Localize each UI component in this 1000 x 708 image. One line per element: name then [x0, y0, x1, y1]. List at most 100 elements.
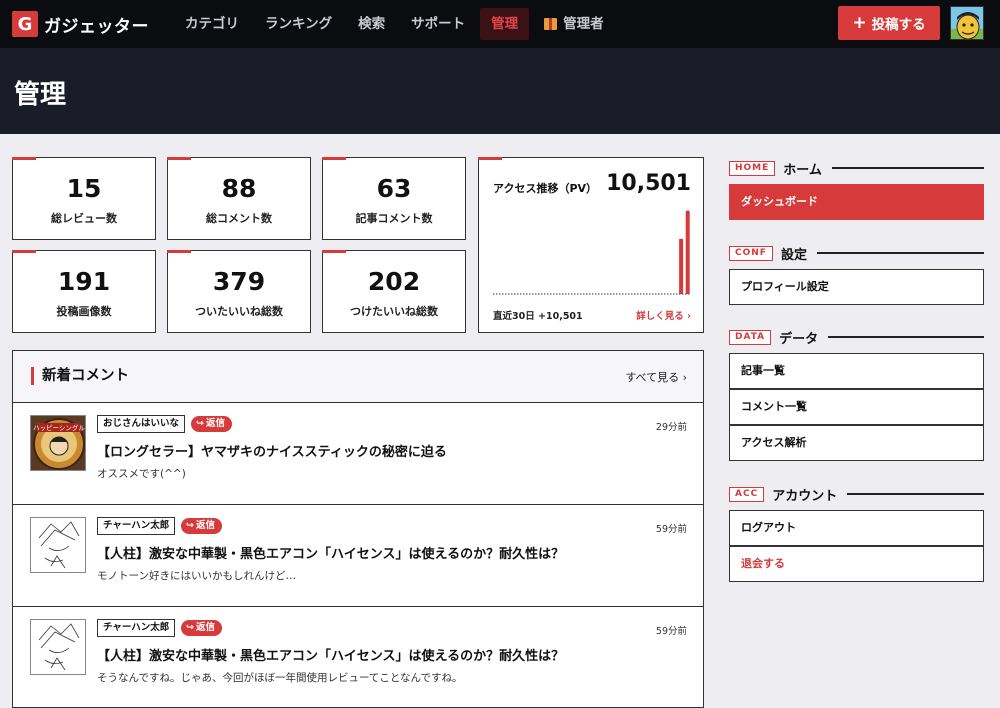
sidebar-section-conf: CONF 設定: [729, 245, 984, 263]
sidebar-item-dashboard[interactable]: ダッシュボード: [729, 184, 984, 220]
sidebar-item-articles[interactable]: 記事一覧: [729, 353, 984, 389]
stat-card-article-comments[interactable]: 63 記事コメント数: [322, 157, 466, 240]
chart-bar: [685, 210, 690, 294]
stat-value: 15: [66, 174, 102, 203]
comment-row[interactable]: チャーハン太郎 ↪ 返信 59分前 【人柱】激安な中華製・黒色エアコン「ハイセンス…: [13, 505, 703, 607]
section-label: アカウント: [772, 488, 838, 504]
nav-item-search[interactable]: 検索: [347, 8, 396, 40]
stat-value: 202: [367, 267, 421, 296]
nav-item-support[interactable]: サポート: [400, 8, 476, 40]
sidebar-section-data: DATA データ: [729, 329, 984, 347]
stat-card-comments[interactable]: 88 総コメント数: [167, 157, 311, 240]
nav-item-manage[interactable]: 管理: [480, 8, 530, 40]
section-divider: [831, 167, 984, 169]
stat-label: 総コメント数: [206, 212, 272, 225]
chart-bar: [679, 238, 684, 294]
reply-badge-label: 返信: [195, 520, 215, 531]
sidebar-item-logout[interactable]: ログアウト: [729, 510, 984, 546]
access-footer: 直近30日 +10,501: [493, 311, 583, 322]
post-button-label: 投稿する: [871, 17, 926, 33]
comment-thumbnail: [30, 517, 86, 573]
comment-time: 59分前: [655, 626, 687, 637]
product-package-image: ハッピーシングル: [31, 416, 85, 470]
comment-time: 59分前: [655, 524, 687, 535]
top-navbar: G ガジェッター カテゴリ ランキング 検索 サポート 管理 管理者 + 投稿す…: [0, 0, 1000, 48]
logo-text: ガジェッター: [44, 16, 149, 37]
section-tag: HOME: [729, 160, 776, 176]
stat-label: 投稿画像数: [56, 305, 112, 318]
comment-excerpt: そうなんですね。じゃあ、今回がほぼ一年間使用レビューてことなんですね。: [97, 672, 463, 684]
new-comments-panel: 新着コメント すべて見る › ハッピーシングル おじさんはいいな ↪ 返信 29分…: [12, 350, 704, 708]
comment-article-title[interactable]: 【人柱】激安な中華製・黒色エアコン「ハイセンス」は使えるのか？耐久性は？: [97, 543, 564, 562]
sidebar-item-profile-settings[interactable]: プロフィール設定: [729, 269, 984, 305]
stat-value: 191: [57, 267, 111, 296]
section-tag: DATA: [729, 329, 772, 345]
stat-card-likes-given[interactable]: 202 つけたいいね総数: [322, 250, 466, 333]
comment-article-title[interactable]: 【ロングセラー】ヤマザキのナイススティックの秘密に迫る: [97, 441, 447, 460]
sidebar-item-access-analytics[interactable]: アクセス解析: [729, 425, 984, 461]
comment-row[interactable]: チャーハン太郎 ↪ 返信 59分前 【人柱】激安な中華製・黒色エアコン「ハイセンス…: [13, 607, 703, 707]
stat-card-reviews[interactable]: 15 総レビュー数: [12, 157, 156, 240]
gift-icon: [544, 18, 558, 30]
comment-thumbnail: ハッピーシングル: [30, 415, 86, 471]
sidebar-section-home: HOME ホーム: [729, 160, 984, 178]
logo-mark: G: [12, 11, 38, 37]
thumbnail-package-text: ハッピーシングル: [33, 423, 85, 432]
comments-header: 新着コメント すべて見る ›: [13, 351, 703, 403]
stat-card-images[interactable]: 191 投稿画像数: [12, 250, 156, 333]
comment-excerpt: オススメです(^^): [97, 468, 186, 480]
user-sketch-avatar: [31, 620, 85, 674]
stat-label: ついたいいね総数: [195, 305, 283, 318]
section-label: データ: [779, 331, 819, 347]
comment-excerpt: モノトーン好きにはいいかもしれんけど…: [97, 570, 296, 582]
section-label: 設定: [780, 247, 807, 263]
stat-value: 63: [376, 174, 412, 203]
page-title-bar: 管理: [0, 48, 1000, 134]
access-more-link[interactable]: 詳しく見る ›: [636, 308, 691, 322]
section-divider: [816, 252, 984, 254]
comment-row[interactable]: ハッピーシングル おじさんはいいな ↪ 返信 29分前 【ロングセラー】ヤマザキの…: [13, 403, 703, 505]
stat-label: 記事コメント数: [355, 212, 433, 225]
reply-arrow-icon: ↪: [196, 418, 204, 429]
access-card: アクセス推移（PV） 10,501 直近30日 +10,501 詳しく見る ›: [478, 157, 704, 333]
post-button[interactable]: + 投稿する: [838, 6, 940, 40]
sidebar-item-comments[interactable]: コメント一覧: [729, 389, 984, 425]
access-title: アクセス推移（PV）: [493, 182, 598, 195]
reply-badge: ↪ 返信: [181, 620, 222, 636]
see-all-link[interactable]: すべて見る ›: [625, 369, 687, 385]
access-bar-chart: [493, 210, 691, 295]
access-total: 10,501: [606, 171, 691, 196]
nav-admin-label: 管理者: [563, 16, 604, 32]
user-sketch-avatar: [31, 518, 85, 572]
stat-value: 379: [212, 267, 266, 296]
section-label: ホーム: [783, 162, 822, 178]
comment-username[interactable]: おじさんはいいな: [97, 415, 186, 433]
nav-item-ranking[interactable]: ランキング: [254, 8, 343, 40]
section-tag: CONF: [729, 245, 773, 261]
stat-card-likes-received[interactable]: 379 ついたいいね総数: [167, 250, 311, 333]
comment-time: 29分前: [655, 422, 687, 433]
stat-label: 総レビュー数: [51, 212, 117, 225]
reply-badge-label: 返信: [205, 418, 225, 429]
avatar-illustration: [951, 7, 983, 39]
sidebar-item-withdraw[interactable]: 退会する: [729, 546, 984, 582]
stat-label: つけたいいね総数: [350, 305, 438, 318]
reply-arrow-icon: ↪: [186, 622, 194, 633]
plus-icon: +: [852, 13, 867, 33]
section-tag: ACC: [729, 486, 765, 502]
comment-thumbnail: [30, 619, 86, 675]
sidebar-section-account: ACC アカウント: [729, 486, 984, 504]
reply-badge-label: 返信: [195, 622, 215, 633]
main-nav: カテゴリ ランキング 検索 サポート 管理 管理者: [174, 8, 619, 40]
nav-item-category[interactable]: カテゴリ: [174, 8, 250, 40]
nav-item-admin[interactable]: 管理者: [533, 8, 615, 40]
reply-arrow-icon: ↪: [186, 520, 194, 531]
reply-badge: ↪ 返信: [191, 416, 232, 432]
comment-username[interactable]: チャーハン太郎: [97, 619, 176, 637]
comment-username[interactable]: チャーハン太郎: [97, 517, 176, 535]
user-avatar[interactable]: [950, 6, 984, 40]
site-logo[interactable]: G ガジェッター: [12, 10, 149, 38]
comment-article-title[interactable]: 【人柱】激安な中華製・黒色エアコン「ハイセンス」は使えるのか？耐久性は？: [97, 645, 564, 664]
stat-value: 88: [221, 174, 257, 203]
reply-badge: ↪ 返信: [181, 518, 222, 534]
